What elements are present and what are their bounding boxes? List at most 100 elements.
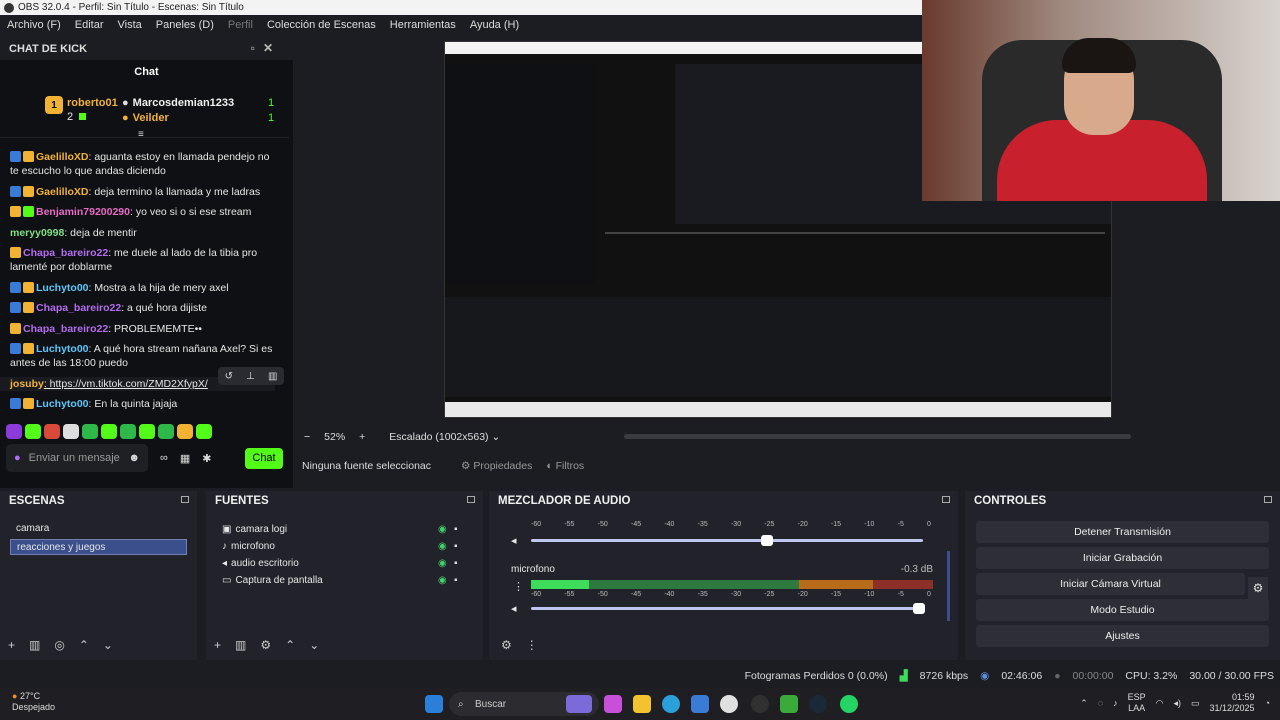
filters-button[interactable]: ◐ Filtros xyxy=(546,460,584,472)
chat-username[interactable]: Benjamin79200290 xyxy=(36,206,130,218)
eye-icon[interactable]: ◉ xyxy=(438,575,447,586)
menu-vista[interactable]: Vista xyxy=(111,19,149,31)
whatsapp-icon[interactable] xyxy=(840,695,858,713)
emote-icon[interactable] xyxy=(101,424,117,439)
float-icon[interactable] xyxy=(942,496,950,503)
speaker-icon[interactable]: ◂ xyxy=(511,534,517,547)
properties-button[interactable]: ⚙ Propiedades xyxy=(461,460,532,472)
chat-username[interactable]: Luchyto00 xyxy=(36,282,89,294)
float-icon[interactable] xyxy=(181,496,189,503)
chat-tab[interactable]: Chat xyxy=(0,66,293,78)
eye-icon[interactable]: ◉ xyxy=(438,558,447,569)
more-icon[interactable]: ⋮ xyxy=(526,638,538,652)
emote-icon[interactable] xyxy=(120,424,136,439)
mixer-scrollbar[interactable] xyxy=(947,551,950,621)
up-icon[interactable]: ⌃ xyxy=(79,638,89,652)
stop-stream-button[interactable]: Detener Transmisión xyxy=(976,521,1269,543)
chat-username[interactable]: Luchyto00 xyxy=(36,343,89,355)
xbox-icon[interactable] xyxy=(780,695,798,713)
source-item[interactable]: ◂ audio escritorio ◉ ▪ xyxy=(206,555,483,572)
menu-herramientas[interactable]: Herramientas xyxy=(383,19,463,31)
emote-icon[interactable] xyxy=(139,424,155,439)
down-icon[interactable]: ⌄ xyxy=(103,638,113,652)
more-icon[interactable]: ⋮ xyxy=(513,580,524,593)
settings-button[interactable]: Ajustes xyxy=(976,625,1269,647)
chat-username[interactable]: meryy0998 xyxy=(10,227,64,239)
edge-icon[interactable] xyxy=(662,695,680,713)
emoji-icon[interactable]: ☻ xyxy=(128,452,140,464)
emote-icon[interactable] xyxy=(44,424,60,439)
source-item[interactable]: ▭ Captura de pantalla ◉ ▪ xyxy=(206,572,483,589)
scene-item-selected[interactable]: reacciones y juegos xyxy=(10,539,187,555)
menu-perfil[interactable]: Perfil xyxy=(221,19,260,31)
emote-icon[interactable] xyxy=(25,424,41,439)
emote-icon[interactable] xyxy=(177,424,193,439)
mic-icon[interactable]: ● xyxy=(14,452,21,464)
lock-icon[interactable]: ▪ xyxy=(454,524,458,535)
gear-icon[interactable]: ⚙ xyxy=(501,638,512,652)
chat-username[interactable]: GaelilloXD xyxy=(36,151,89,163)
up-icon[interactable]: ⌃ xyxy=(285,638,295,652)
virtual-camera-button[interactable]: Iniciar Cámara Virtual xyxy=(976,573,1245,595)
battery-icon[interactable]: ▭ xyxy=(1191,698,1200,709)
menu-editar[interactable]: Editar xyxy=(68,19,111,31)
network-icon[interactable]: ◌ xyxy=(1098,698,1103,708)
wifi-icon[interactable]: ◠ xyxy=(1156,698,1164,709)
studio-mode-button[interactable]: Modo Estudio xyxy=(976,599,1269,621)
menu-ayuda[interactable]: Ayuda (H) xyxy=(463,19,526,31)
lock-icon[interactable]: ▪ xyxy=(454,575,458,586)
eye-icon[interactable]: ◉ xyxy=(438,524,447,535)
float-icon[interactable]: ▫ xyxy=(251,41,263,55)
source-item[interactable]: ▣ camara logi ◉ ▪ xyxy=(206,521,483,538)
preview-scrollbar[interactable] xyxy=(624,434,1131,439)
scene-item[interactable]: camara xyxy=(10,521,187,537)
pin-icon[interactable]: ⊥ xyxy=(246,371,255,382)
chat-username[interactable]: GaelilloXD xyxy=(36,186,89,198)
gear-icon[interactable]: ⚙ xyxy=(260,638,271,652)
trash-icon[interactable]: ▥ xyxy=(29,638,40,652)
folder-icon[interactable] xyxy=(633,695,651,713)
chat-username[interactable]: Luchyto00 xyxy=(36,398,89,410)
widget-icon[interactable] xyxy=(566,695,592,713)
add-icon[interactable]: + xyxy=(8,638,15,652)
emote-icon[interactable] xyxy=(6,424,22,439)
zoom-out-button[interactable]: − xyxy=(304,431,310,443)
volume-knob[interactable] xyxy=(761,535,773,546)
copilot-icon[interactable] xyxy=(604,695,622,713)
weather-widget[interactable]: ● 27°C Despejado xyxy=(12,691,55,713)
volume-icon[interactable]: ◂) xyxy=(1173,698,1181,709)
float-icon[interactable] xyxy=(467,496,475,503)
filter-icon[interactable]: ◎ xyxy=(54,638,64,652)
reply-icon[interactable]: ↺ xyxy=(225,371,233,382)
source-item[interactable]: ♪ microfono ◉ ▪ xyxy=(206,538,483,555)
float-icon[interactable] xyxy=(1264,496,1272,503)
volume-slider[interactable] xyxy=(531,603,925,614)
chat-send-button[interactable]: Chat xyxy=(245,448,283,469)
close-icon[interactable]: ✕ xyxy=(263,41,281,55)
start-icon[interactable] xyxy=(425,695,443,713)
settings-icon[interactable]: ✱ xyxy=(202,452,211,465)
volume-knob[interactable] xyxy=(913,603,925,614)
delete-icon[interactable]: ▥ xyxy=(268,371,277,382)
down-icon[interactable]: ⌄ xyxy=(309,638,319,652)
scale-dropdown[interactable]: Escalado (1002x563) ⌄ xyxy=(389,431,500,443)
lock-icon[interactable]: ▪ xyxy=(454,541,458,552)
trash-icon[interactable]: ▥ xyxy=(235,638,246,652)
gear-icon[interactable]: ⚙ xyxy=(1248,577,1268,599)
lock-icon[interactable]: ▪ xyxy=(454,558,458,569)
menu-coleccion[interactable]: Colección de Escenas xyxy=(260,19,383,31)
language-indicator[interactable]: ESP LAA xyxy=(1128,692,1146,714)
chevron-up-icon[interactable]: ⌃ xyxy=(1080,698,1088,709)
store-icon[interactable] xyxy=(691,695,709,713)
zoom-in-button[interactable]: + xyxy=(359,431,365,443)
clock[interactable]: 01:59 31/12/2025 xyxy=(1210,692,1255,714)
chrome-icon[interactable] xyxy=(720,695,738,713)
chat-input[interactable]: ● Enviar un mensaje ☻ xyxy=(6,444,148,472)
volume-slider[interactable] xyxy=(531,535,923,546)
emote-icon[interactable] xyxy=(63,424,79,439)
mic-icon[interactable]: ♪ xyxy=(1113,698,1118,708)
emote-icon[interactable] xyxy=(82,424,98,439)
chat-username[interactable]: Chapa_bareiro22 xyxy=(36,302,121,314)
emote-icon[interactable] xyxy=(196,424,212,439)
speaker-icon[interactable]: ◂ xyxy=(511,602,517,615)
